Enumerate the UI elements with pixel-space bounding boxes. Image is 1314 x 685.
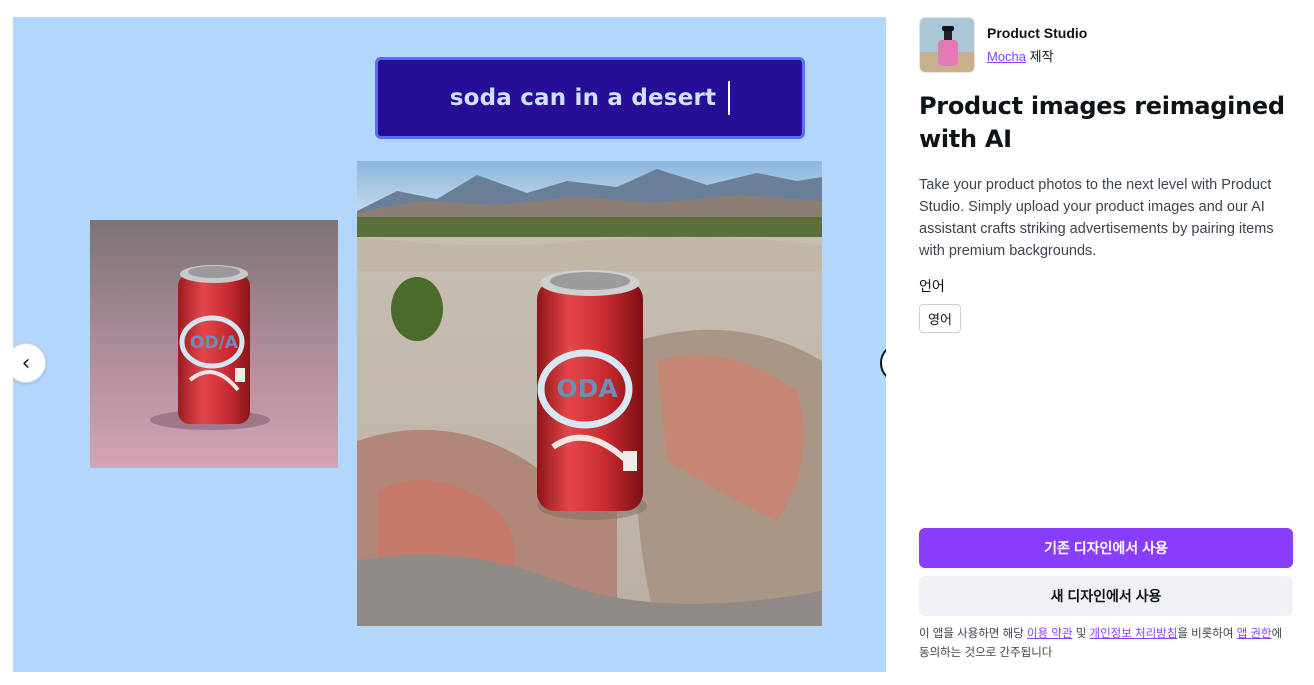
svg-text:OD/A: OD/A xyxy=(190,333,239,353)
language-chip[interactable]: 영어 xyxy=(919,304,961,333)
text-caret xyxy=(728,81,731,115)
carousel-next-button[interactable]: › xyxy=(880,343,886,383)
app-meta: Product Studio Mocha 제작 xyxy=(987,25,1087,65)
terms-middle: 을 비롯하여 xyxy=(1177,628,1237,640)
app-name: Product Studio xyxy=(987,25,1088,41)
terms-and: 및 xyxy=(1072,628,1090,640)
terms-prefix: 이 앱을 사용하면 해당 xyxy=(919,628,1027,640)
app-page: soda can in a desert OD/A ODA ‹ Product … xyxy=(0,0,1314,685)
prompt-display: soda can in a desert xyxy=(375,57,805,139)
app-header: Product Studio Mocha 제작 xyxy=(919,17,1294,73)
privacy-policy-link[interactable]: 개인정보 처리방침 xyxy=(1090,628,1178,640)
language-label: 언어 xyxy=(919,278,945,294)
app-icon xyxy=(919,17,975,73)
app-permissions-link[interactable]: 앱 권한 xyxy=(1237,628,1272,640)
app-preview-carousel: soda can in a desert OD/A ODA ‹ xyxy=(13,17,886,672)
author-suffix: 제작 xyxy=(1026,49,1054,64)
generated-product-image: ODA xyxy=(357,161,822,626)
terms-of-use-link[interactable]: 이용 약관 xyxy=(1027,628,1073,640)
app-author: Mocha 제작 xyxy=(987,46,1087,65)
carousel-prev-button[interactable]: ‹ xyxy=(13,343,46,383)
original-product-image: OD/A xyxy=(90,220,338,468)
chevron-left-icon: ‹ xyxy=(21,350,31,376)
use-in-existing-design-button[interactable]: 기존 디자인에서 사용 xyxy=(919,528,1293,568)
prompt-text: soda can in a desert xyxy=(449,85,717,111)
use-in-new-design-button[interactable]: 새 디자인에서 사용 xyxy=(919,576,1293,616)
author-link[interactable]: Mocha xyxy=(987,49,1026,64)
app-details-panel: Product Studio Mocha 제작 Product images r… xyxy=(919,17,1294,672)
terms-notice: 이 앱을 사용하면 해당 이용 약관 및 개인정보 처리방침을 비롯하여 앱 권… xyxy=(919,625,1293,663)
app-headline: Product images reimagined with AI xyxy=(919,92,1285,153)
app-description: Take your product photos to the next lev… xyxy=(919,177,1274,259)
svg-text:ODA: ODA xyxy=(556,374,618,403)
